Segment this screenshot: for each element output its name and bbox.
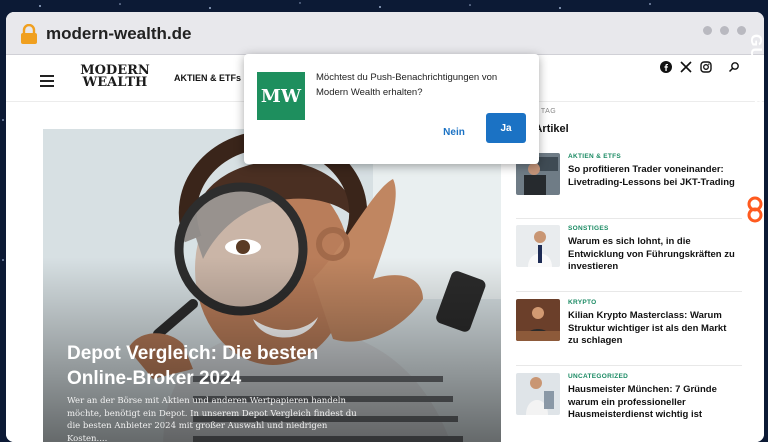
accept-button[interactable]: Ja [486, 113, 526, 143]
article-thumbnail[interactable] [516, 299, 560, 341]
window-dot[interactable] [703, 26, 712, 35]
url-text[interactable]: modern-wealth.de [46, 24, 191, 44]
article-title[interactable]: Hausmeister München: 7 Gründe warum ein … [568, 384, 738, 422]
divider [516, 291, 742, 292]
x-icon[interactable] [680, 61, 692, 73]
article-category[interactable]: UNCATEGORIZED [568, 373, 628, 380]
push-notification-dialog: MW Möchtest du Push-Benachrichtigungen v… [244, 54, 539, 164]
modern-wealth-logo: MW [257, 72, 305, 120]
address-bar[interactable]: modern-wealth.de [6, 12, 764, 55]
hamburger-icon[interactable] [40, 75, 54, 87]
guestpostlinks-logo-icon [747, 196, 763, 223]
site-logo[interactable]: MODERN WEALTH [80, 64, 150, 90]
list-item[interactable]: AKTIEN & ETFS So profitieren Trader vone… [516, 153, 746, 213]
article-title[interactable]: So profitieren Trader voneinander: Livet… [568, 164, 738, 189]
article-category[interactable]: AKTIEN & ETFS [568, 153, 621, 160]
browser-window: modern-wealth.de MODERN WEALTH AKTIEN & … [6, 12, 764, 442]
list-item[interactable]: SONSTIGES Warum es sich lohnt, in die En… [516, 225, 746, 285]
article-title[interactable]: Warum es sich lohnt, in die Entwicklung … [568, 236, 738, 274]
hero-excerpt: Wer an der Börse mit Aktien und anderen … [67, 396, 357, 442]
hero-title[interactable]: Depot Vergleich: Die besten Online-Broke… [67, 341, 367, 391]
lock-icon [21, 24, 37, 44]
dialog-message: Möchtest du Push-Benachrichtigungen von … [316, 72, 498, 98]
social-icons [660, 61, 740, 73]
article-thumbnail[interactable] [516, 373, 560, 415]
logo-line-2: WEALTH [82, 75, 148, 90]
nav-item-aktien-etfs[interactable]: AKTIEN & ETFs [174, 73, 241, 83]
divider [516, 218, 742, 219]
list-item[interactable]: KRYPTO Kilian Krypto Masterclass: Warum … [516, 299, 746, 359]
article-title[interactable]: Kilian Krypto Masterclass: Warum Struktu… [568, 310, 738, 348]
facebook-icon[interactable] [660, 61, 672, 73]
article-category[interactable]: SONSTIGES [568, 225, 609, 232]
article-category[interactable]: KRYPTO [568, 299, 597, 306]
decline-button[interactable]: Nein [434, 122, 474, 142]
instagram-icon[interactable] [700, 61, 712, 73]
hero-article[interactable]: Depot Vergleich: Die besten Online-Broke… [43, 129, 501, 442]
window-dot[interactable] [720, 26, 729, 35]
list-item[interactable]: UNCATEGORIZED Hausmeister München: 7 Grü… [516, 373, 746, 433]
article-thumbnail[interactable] [516, 225, 560, 267]
divider [516, 365, 742, 366]
